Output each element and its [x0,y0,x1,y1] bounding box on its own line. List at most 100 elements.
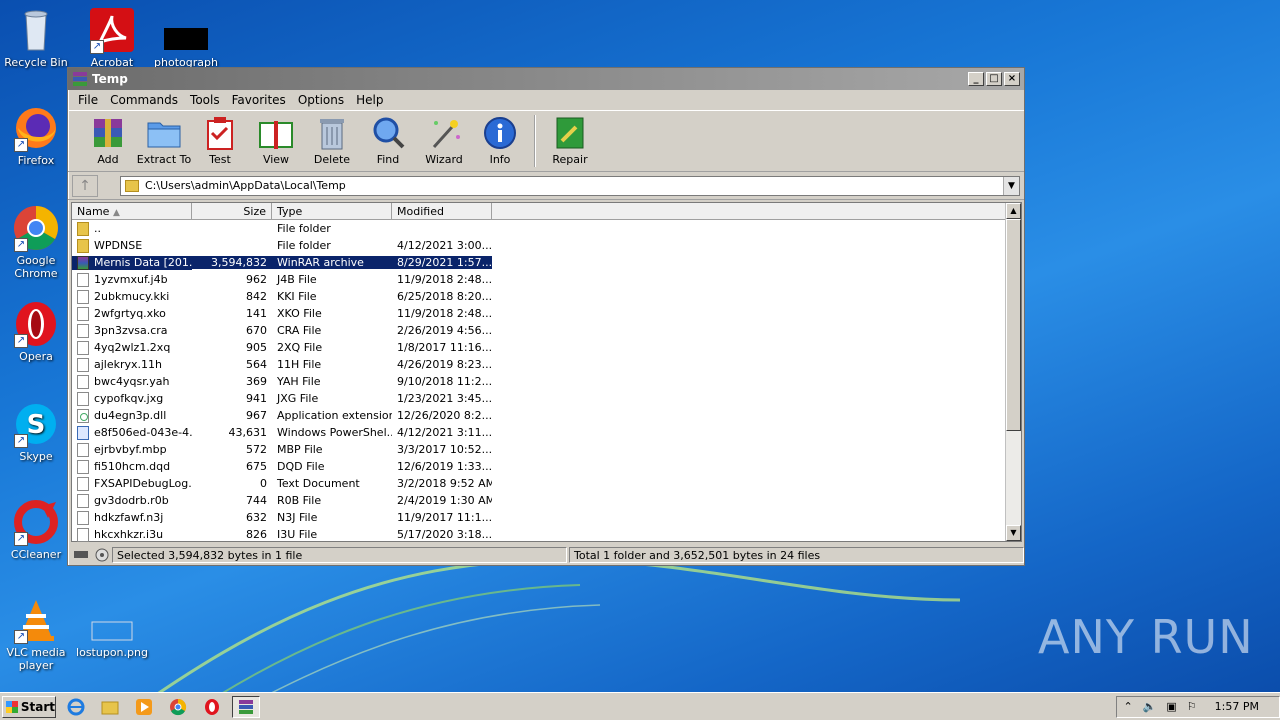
delete-button[interactable]: Delete [304,115,360,166]
scroll-up-button[interactable]: ▲ [1006,203,1021,219]
address-combobox[interactable]: C:\Users\admin\AppData\Local\Temp ▼ [120,175,1020,196]
system-tray: ⌃ 🔈 ▣ ⚐ 1:57 PM [1116,695,1280,718]
menu-options[interactable]: Options [292,93,350,107]
add-button[interactable]: Add [80,115,136,166]
file-type: CRA File [277,324,322,337]
file-modified: 2/26/2019 4:56... [397,324,492,337]
file-row[interactable]: 2wfgrtyq.xko 141 XKO File 11/9/2018 2:48... [72,305,1007,322]
file-row[interactable]: hkcxhkzr.i3u 826 I3U File 5/17/2020 3:18... [72,526,1007,542]
extract-to-label: Extract To [136,153,192,166]
wizard-button[interactable]: Wizard [416,115,472,166]
file-row[interactable]: FXSAPIDebugLog... 0 Text Document 3/2/2018 … [72,475,1007,492]
title-bar[interactable]: Temp _ □ × [68,68,1024,90]
view-button[interactable]: View [248,115,304,166]
file-list[interactable]: Name ▲ Size Type Modified .. File folder W… [71,202,1022,542]
volume-icon[interactable]: 🔈 [1143,700,1157,713]
desktop-icon-ccleaner[interactable]: ↗ CCleaner [0,498,72,561]
tray-expand-icon[interactable]: ⌃ [1123,700,1132,713]
menu-tools[interactable]: Tools [184,93,226,107]
file-row[interactable]: cypofkqv.jxg 941 JXG File 1/23/2021 3:45... [72,390,1007,407]
desktop-icon-chrome[interactable]: ↗ Google Chrome [0,204,72,280]
skype-icon: S ↗ [12,400,60,448]
desktop-icon-acrobat[interactable]: ↗ Acrobat [76,6,148,69]
desktop-icon-lostupon[interactable]: lostupon.png [76,596,148,659]
file-icon [77,374,89,389]
file-type: Application extension [277,409,392,422]
menu-file[interactable]: File [72,93,104,107]
find-button[interactable]: Find [360,115,416,166]
file-type: MBP File [277,443,323,456]
desktop-icon-vlc[interactable]: ↗ VLC media player [0,596,72,672]
recycle-bin-icon [12,6,60,54]
file-row[interactable]: hdkzfawf.n3j 632 N3J File 11/9/2017 11:1... [72,509,1007,526]
address-path[interactable]: C:\Users\admin\AppData\Local\Temp [145,179,1003,192]
taskbar-ie[interactable] [62,696,90,718]
menu-help[interactable]: Help [350,93,389,107]
file-row[interactable]: gv3dodrb.r0b 744 R0B File 2/4/2019 1:30 AM [72,492,1007,509]
file-name: hdkzfawf.n3j [94,511,164,524]
network-icon[interactable]: ▣ [1166,700,1176,713]
file-name-cell: fi510hcm.dqd [72,459,192,474]
clock[interactable]: 1:57 PM [1215,700,1259,713]
window-title: Temp [92,72,128,86]
column-modified[interactable]: Modified [392,203,492,219]
taskbar-media-player[interactable] [130,696,158,718]
column-name[interactable]: Name ▲ [72,203,192,219]
desktop-icon-firefox[interactable]: ↗ Firefox [0,104,72,167]
file-name: 1yzvmxuf.j4b [94,273,168,286]
file-name: gv3dodrb.r0b [94,494,169,507]
file-row[interactable]: 1yzvmxuf.j4b 962 J4B File 11/9/2018 2:48... [72,271,1007,288]
taskbar-opera[interactable] [198,696,226,718]
file-row[interactable]: du4egn3p.dll 967 Application extension 12/2… [72,407,1007,424]
info-button[interactable]: Info [472,115,528,166]
file-row[interactable]: 2ubkmucy.kki 842 KKI File 6/25/2018 8:20... [72,288,1007,305]
shortcut-arrow-icon: ↗ [14,434,28,448]
address-dropdown-button[interactable]: ▼ [1003,176,1019,195]
firefox-icon: ↗ [12,104,60,152]
file-row[interactable]: fi510hcm.dqd 675 DQD File 12/6/2019 1:33... [72,458,1007,475]
file-row[interactable]: 3pn3zvsa.cra 670 CRA File 2/26/2019 4:56... [72,322,1007,339]
file-size: 675 [246,460,267,473]
sort-ascending-icon: ▲ [112,208,120,218]
file-row[interactable]: ajlekryx.11h 564 11H File 4/26/2019 8:23... [72,356,1007,373]
file-row[interactable]: ejrbvbyf.mbp 572 MBP File 3/3/2017 10:52... [72,441,1007,458]
taskbar-explorer[interactable] [96,696,124,718]
file-icon [77,323,89,338]
menu-commands[interactable]: Commands [104,93,184,107]
taskbar-winrar[interactable] [232,695,260,718]
file-type: JXG File [277,392,319,405]
file-row[interactable]: e8f506ed-043e-4... 43,631 Windows PowerShe… [72,424,1007,441]
desktop-icon-photograph[interactable]: photograph [150,6,222,69]
repair-button[interactable]: Repair [542,115,598,166]
action-center-flag-icon[interactable]: ⚐ [1187,700,1197,713]
vertical-scrollbar[interactable]: ▲ ▼ [1005,203,1021,541]
menu-favorites[interactable]: Favorites [226,93,292,107]
scroll-thumb[interactable] [1006,219,1021,431]
desktop-icon-opera[interactable]: ↗ Opera [0,300,72,363]
file-name-cell: 2ubkmucy.kki [72,289,192,304]
scroll-down-button[interactable]: ▼ [1006,525,1021,541]
file-row[interactable]: .. File folder [72,220,1007,237]
trash-icon [314,115,350,151]
desktop-icon-recycle-bin[interactable]: Recycle Bin [0,6,72,69]
toolbar: Add Extract To Test View Delete Find Wiz… [68,110,1024,172]
start-button[interactable]: Start [2,695,56,718]
drive-icon[interactable] [72,547,112,563]
column-size[interactable]: Size [192,203,272,219]
file-row[interactable]: Mernis Data [201... 3,594,832 WinRAR archi… [72,254,1007,271]
file-row[interactable]: WPDNSE File folder 4/12/2021 3:00... [72,237,1007,254]
desktop-icon-skype[interactable]: S ↗ Skype [0,400,72,463]
address-bar: ↑ C:\Users\admin\AppData\Local\Temp ▼ [68,172,1024,200]
folder-extract-icon [146,115,182,151]
up-folder-button[interactable]: ↑ [72,174,98,197]
file-row[interactable]: 4yq2wlz1.2xq 905 2XQ File 1/8/2017 11:16... [72,339,1007,356]
close-button[interactable]: × [1004,72,1020,86]
taskbar-chrome[interactable] [164,696,192,718]
minimize-button[interactable]: _ [968,72,984,86]
extract-to-button[interactable]: Extract To [136,115,192,166]
test-button[interactable]: Test [192,115,248,166]
column-type[interactable]: Type [272,203,392,219]
maximize-button[interactable]: □ [986,72,1002,86]
file-name-cell: hkcxhkzr.i3u [72,527,192,542]
file-row[interactable]: bwc4yqsr.yah 369 YAH File 9/10/2018 11:2... [72,373,1007,390]
